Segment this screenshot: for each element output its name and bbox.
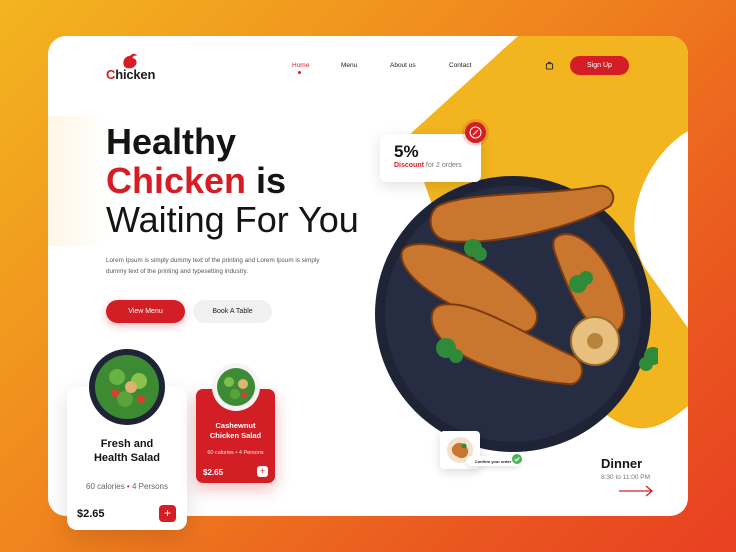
add-salad-button[interactable]: + (159, 505, 176, 522)
book-table-button[interactable]: Book A Table (193, 300, 272, 323)
check-icon (512, 454, 522, 464)
hero-description: Lorem Ipsum is simply dummy text of the … (106, 257, 320, 275)
cashew-salad-price: $2.65 (203, 468, 224, 477)
percent-badge-icon (465, 122, 486, 143)
cashew-salad-name: Cashewnut Chicken Salad (209, 421, 262, 440)
cashew-salad-meta: 60 calories • 4 Persons (207, 450, 264, 456)
chicken-plate-image (375, 176, 658, 452)
discount-text: Discount for 2 orders (394, 162, 462, 169)
hero-glow (48, 116, 108, 246)
salad-meta: 60 calories • 4 Persons (86, 482, 168, 491)
nav-menu[interactable]: Menu (341, 62, 357, 69)
add-cashew-salad-button[interactable]: + (257, 466, 268, 477)
dinner-time: 8:30 to 11:00 PM (601, 474, 651, 481)
discount-card: 5% Discount for 2 orders (380, 134, 481, 182)
sign-up-button[interactable]: Sign Up (570, 56, 629, 75)
nav-home[interactable]: Home (292, 62, 309, 69)
logo-text: Chicken (106, 67, 156, 82)
dinner-title: Dinner (601, 456, 643, 471)
nav-contact[interactable]: Contact (449, 62, 471, 69)
arrow-right-icon[interactable] (619, 485, 654, 497)
nav-about[interactable]: About us (390, 62, 416, 69)
salad-bowl-image (89, 349, 165, 425)
shopping-bag-icon[interactable] (545, 61, 554, 70)
hero-title-line1: Healthy (106, 121, 237, 162)
salad-price: $2.65 (77, 508, 105, 520)
nav-active-indicator (298, 71, 301, 74)
discount-percent: 5% (394, 142, 419, 161)
cashew-salad-bowl-image (212, 363, 260, 411)
hero-title-line3: Waiting For You (106, 199, 359, 240)
salad-name: Fresh and Health Salad (93, 438, 161, 464)
hero-title-line2: Chicken is (106, 160, 287, 201)
view-menu-button[interactable]: View Menu (106, 300, 185, 323)
